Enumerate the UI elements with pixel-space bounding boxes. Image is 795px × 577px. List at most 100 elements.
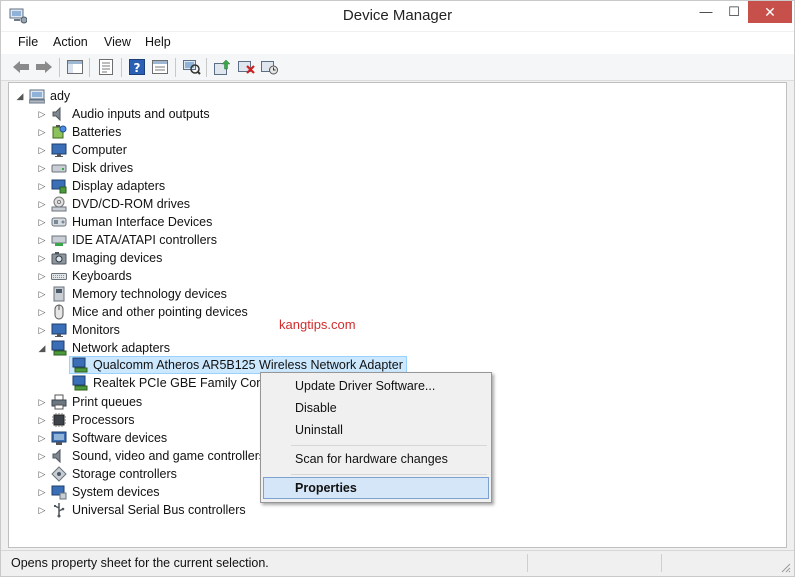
tree-item-sound-video[interactable]: ▷ Sound, video and game controllers	[37, 447, 265, 465]
device-manager-window: Device Manager — ☐ ✕ File Action View He…	[0, 0, 795, 577]
menu-file[interactable]: File	[18, 35, 38, 49]
usb-icon	[51, 502, 67, 518]
tree-item-label: Network adapters	[72, 341, 170, 355]
menu-properties[interactable]: Properties	[263, 477, 489, 499]
tree-item-ide[interactable]: ▷ IDE ATA/ATAPI controllers	[37, 231, 217, 249]
disk-drive-icon	[51, 160, 67, 176]
menu-view[interactable]: View	[104, 35, 131, 49]
tree-item-label: Sound, video and game controllers	[72, 449, 266, 463]
tree-item-dvd-cdrom[interactable]: ▷ DVD/CD-ROM drives	[37, 195, 190, 213]
expand-arrow-icon[interactable]: ▷	[37, 181, 47, 192]
expand-arrow-icon[interactable]: ▷	[37, 487, 47, 498]
tree-item-software-devices[interactable]: ▷ Software devices	[37, 429, 167, 447]
tree-item-print-queues[interactable]: ▷ Print queues	[37, 393, 142, 411]
back-icon[interactable]	[11, 57, 31, 77]
monitor-icon	[51, 322, 67, 338]
close-button[interactable]: ✕	[748, 1, 792, 23]
properties-sheet-icon[interactable]	[96, 57, 116, 77]
tree-item-monitors[interactable]: ▷ Monitors	[37, 321, 120, 339]
toolbar-separator	[59, 58, 60, 77]
tree-item-label: Software devices	[72, 431, 168, 445]
forward-icon[interactable]	[34, 57, 54, 77]
enable-device-icon[interactable]	[260, 57, 280, 77]
expand-arrow-icon[interactable]: ▷	[37, 469, 47, 480]
collapse-arrow-icon[interactable]: ◢	[15, 91, 25, 102]
expand-arrow-icon[interactable]: ▷	[37, 505, 47, 516]
context-menu: Update Driver Software... Disable Uninst…	[260, 372, 492, 503]
window-title: Device Manager	[342, 7, 453, 24]
tree-item-label: Batteries	[72, 125, 122, 139]
tree-item-processors[interactable]: ▷ Processors	[37, 411, 135, 429]
tree-item-label: Processors	[72, 413, 135, 427]
show-hide-tree-icon[interactable]	[65, 57, 85, 77]
svg-text:?: ?	[134, 61, 141, 75]
hid-icon	[51, 214, 67, 230]
update-view-icon[interactable]	[150, 57, 170, 77]
expand-arrow-icon[interactable]: ▷	[37, 145, 47, 156]
printer-icon	[51, 394, 67, 410]
expand-arrow-icon[interactable]: ▷	[37, 163, 47, 174]
tree-item-keyboards[interactable]: ▷ Keyboards	[37, 267, 132, 285]
tree-item-memory[interactable]: ▷ Memory technology devices	[37, 285, 227, 303]
expand-arrow-icon[interactable]: ▷	[37, 199, 47, 210]
tree-root[interactable]: ◢ ady	[15, 87, 70, 105]
storage-controller-icon	[51, 466, 67, 482]
menu-action[interactable]: Action	[53, 35, 88, 49]
scan-hardware-icon[interactable]	[182, 57, 202, 77]
network-adapter-icon	[72, 357, 88, 373]
menu-scan-hardware[interactable]: Scan for hardware changes	[263, 448, 489, 470]
expand-arrow-icon[interactable]: ▷	[37, 217, 47, 228]
tree-item-usb[interactable]: ▷ Universal Serial Bus controllers	[37, 501, 246, 519]
expand-arrow-icon[interactable]: ▷	[37, 433, 47, 444]
menu-uninstall[interactable]: Uninstall	[263, 419, 489, 441]
network-adapter-icon	[51, 340, 67, 356]
tree-item-disk-drives[interactable]: ▷ Disk drives	[37, 159, 134, 177]
menu-help[interactable]: Help	[145, 35, 171, 49]
tree-item-label: Memory technology devices	[72, 287, 227, 301]
tree-item-label: Keyboards	[72, 269, 132, 283]
expand-arrow-icon[interactable]: ▷	[37, 397, 47, 408]
expand-arrow-icon[interactable]: ▷	[37, 415, 47, 426]
uninstall-icon[interactable]	[237, 57, 257, 77]
tree-item-imaging[interactable]: ▷ Imaging devices	[37, 249, 163, 267]
help-icon[interactable]: ?	[127, 57, 147, 77]
tree-item-computer[interactable]: ▷ Computer	[37, 141, 127, 159]
expand-arrow-icon[interactable]: ▷	[37, 289, 47, 300]
toolbar-separator	[206, 58, 207, 77]
expand-arrow-icon[interactable]: ▷	[37, 253, 47, 264]
collapse-arrow-icon[interactable]: ◢	[37, 343, 47, 354]
expand-arrow-icon[interactable]: ▷	[37, 271, 47, 282]
expand-arrow-icon[interactable]: ▷	[37, 127, 47, 138]
expand-arrow-icon[interactable]: ▷	[37, 235, 47, 246]
tree-item-label: Display adapters	[72, 179, 166, 193]
resize-grip-icon[interactable]	[779, 561, 791, 573]
tree-item-display-adapters[interactable]: ▷ Display adapters	[37, 177, 165, 195]
maximize-button[interactable]: ☐	[720, 1, 748, 23]
menu-separator	[291, 445, 487, 446]
expand-arrow-icon[interactable]: ▷	[37, 325, 47, 336]
minimize-button[interactable]: —	[692, 1, 720, 23]
system-device-icon	[51, 484, 67, 500]
toolbar: ?	[1, 54, 794, 81]
expand-arrow-icon[interactable]: ▷	[37, 109, 47, 120]
tree-item-batteries[interactable]: ▷ Batteries	[37, 123, 121, 141]
tree-item-label: Disk drives	[72, 161, 134, 175]
tree-item-label: Imaging devices	[72, 251, 163, 265]
camera-icon	[51, 250, 67, 266]
menu-disable[interactable]: Disable	[263, 397, 489, 419]
update-driver-icon[interactable]	[213, 57, 233, 77]
tree-item-storage[interactable]: ▷ Storage controllers	[37, 465, 177, 483]
expand-arrow-icon[interactable]: ▷	[37, 451, 47, 462]
processor-icon	[51, 412, 67, 428]
tree-item-hid[interactable]: ▷ Human Interface Devices	[37, 213, 213, 231]
tree-item-system-devices[interactable]: ▷ System devices	[37, 483, 160, 501]
status-divider	[527, 554, 528, 572]
menu-update-driver[interactable]: Update Driver Software...	[263, 375, 489, 397]
tree-item-audio[interactable]: ▷ Audio inputs and outputs	[37, 105, 210, 123]
tree-item-label: Print queues	[72, 395, 143, 409]
tree-item-network-adapters[interactable]: ◢ Network adapters	[37, 339, 170, 357]
battery-icon	[51, 124, 67, 140]
tree-item-mice[interactable]: ▷ Mice and other pointing devices	[37, 303, 248, 321]
expand-arrow-icon[interactable]: ▷	[37, 307, 47, 318]
toolbar-separator	[121, 58, 122, 77]
